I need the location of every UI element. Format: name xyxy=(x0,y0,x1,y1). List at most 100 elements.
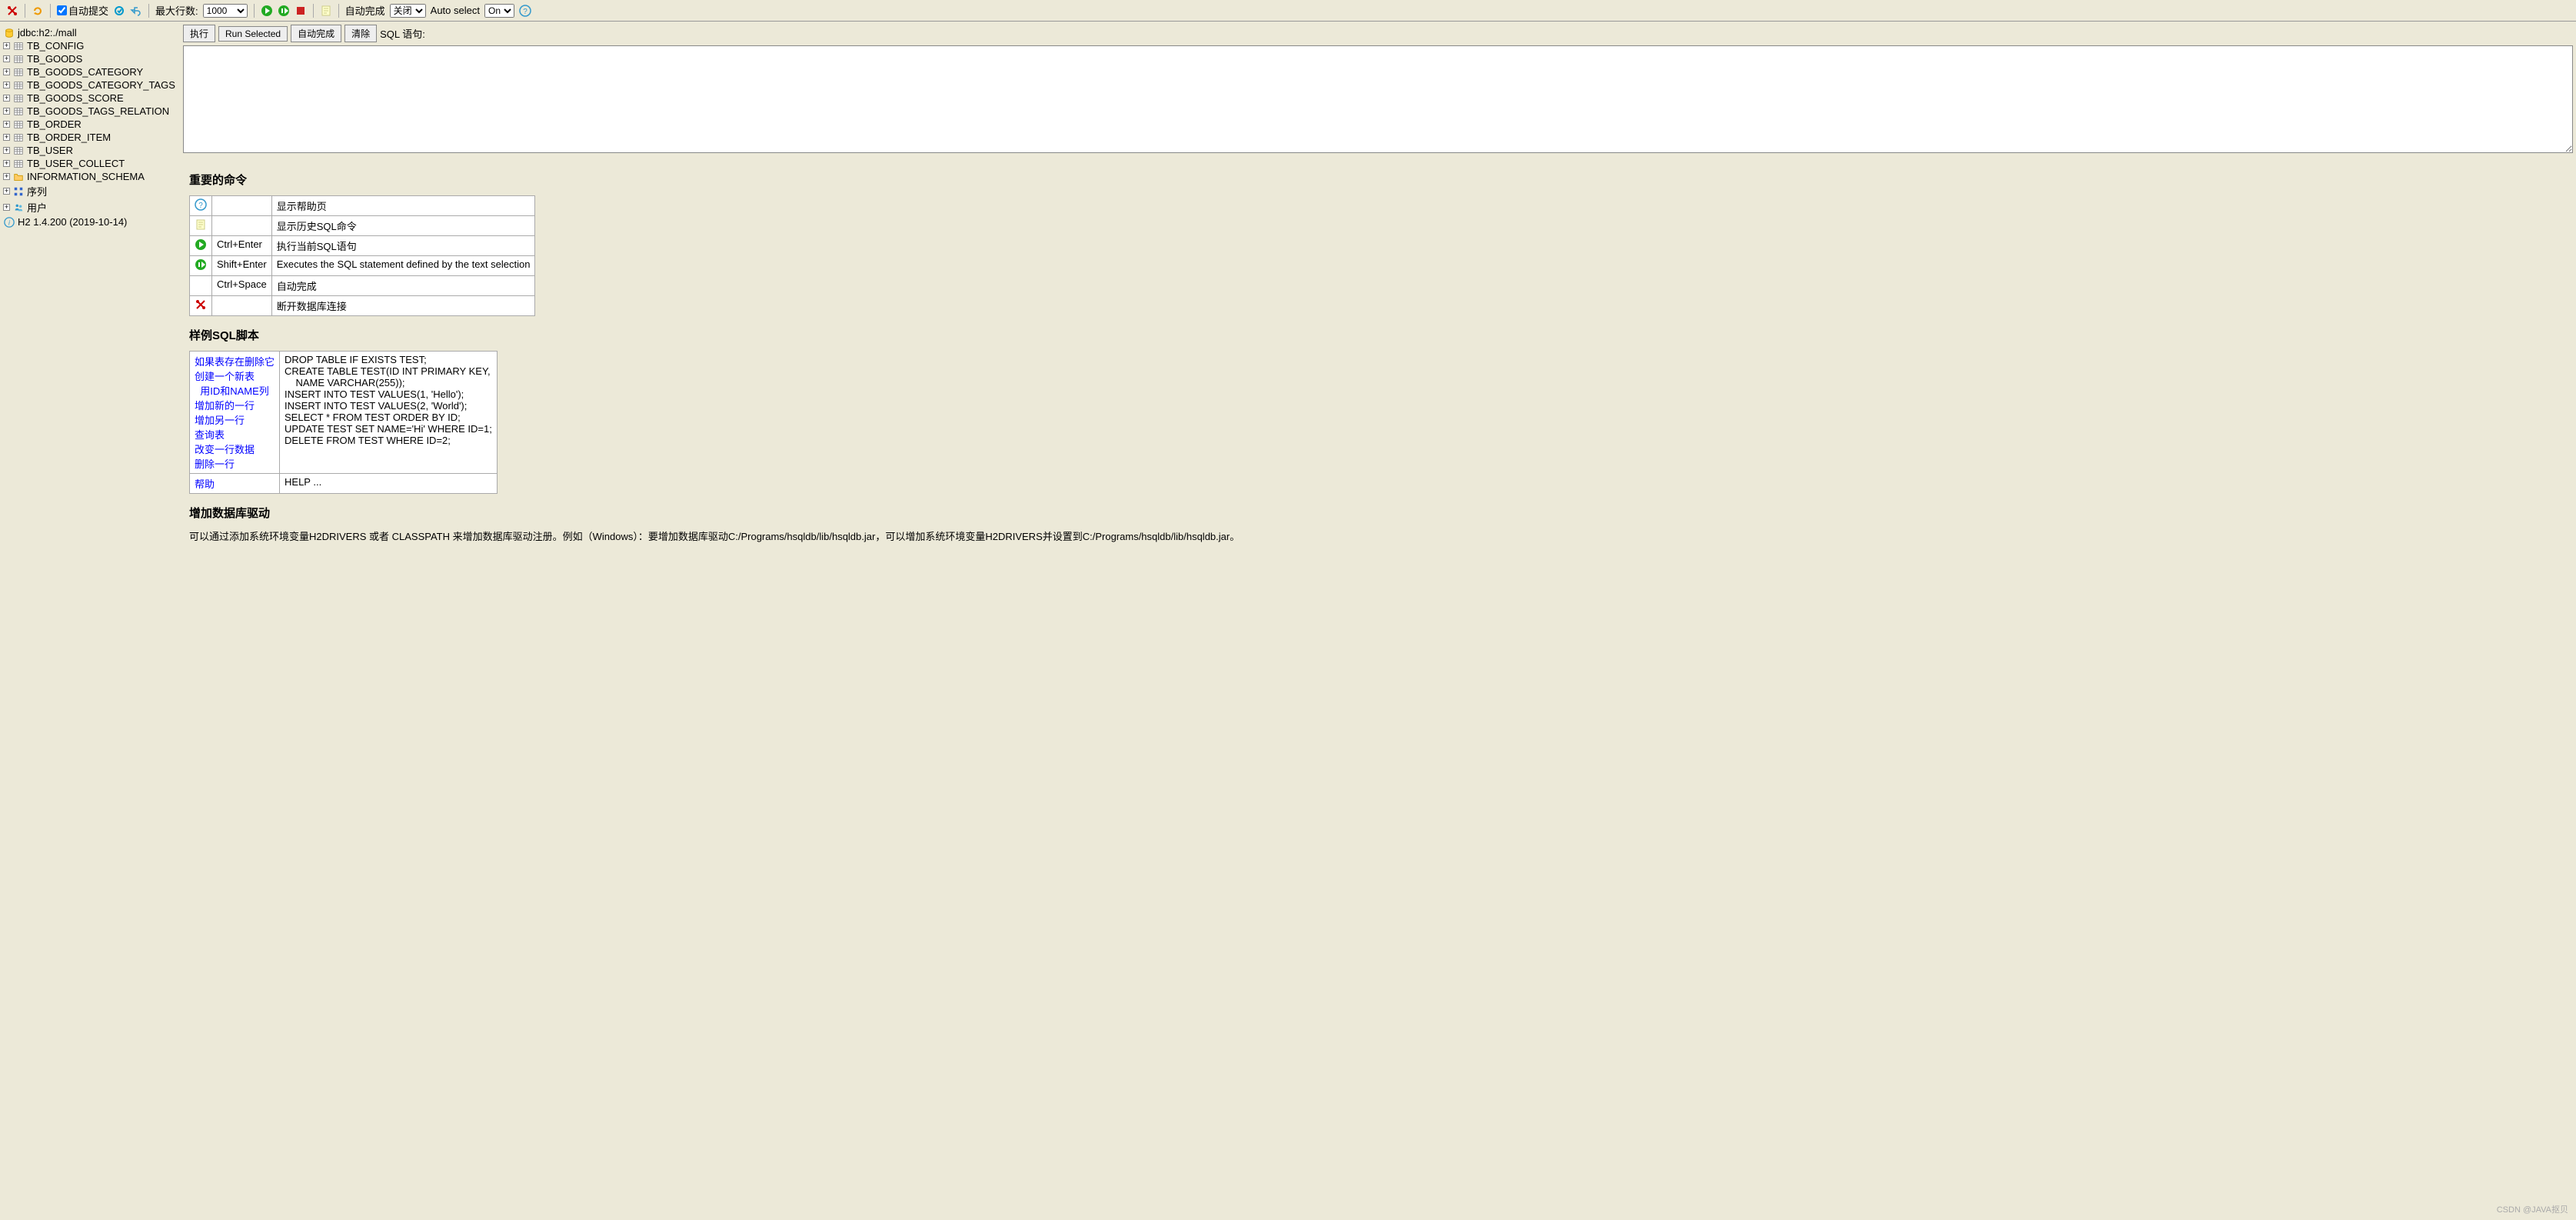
auto-commit-label: 自动提交 xyxy=(68,3,108,18)
run-selected-button[interactable]: Run Selected xyxy=(218,26,288,42)
help-icon[interactable]: ? xyxy=(519,5,531,17)
table-icon xyxy=(12,132,25,143)
main-panel: 执行 Run Selected 自动完成 清除 SQL 语句: 重要的命令 ? 显… xyxy=(180,22,2576,1220)
refresh-icon[interactable] xyxy=(32,5,44,17)
expand-icon[interactable]: + xyxy=(3,160,10,167)
command-desc: 显示帮助页 xyxy=(271,196,535,216)
command-row: 断开数据库连接 xyxy=(190,296,535,316)
sequences-node[interactable]: + 序列 xyxy=(3,183,177,199)
command-icon[interactable] xyxy=(190,236,212,256)
expand-icon[interactable]: + xyxy=(3,121,10,128)
table-node[interactable]: +TB_USER_COLLECT xyxy=(3,157,177,170)
expand-icon[interactable]: + xyxy=(3,173,10,180)
table-name: TB_GOODS_TAGS_RELATION xyxy=(27,105,169,117)
expand-icon[interactable]: + xyxy=(3,68,10,75)
command-desc: Executes the SQL statement defined by th… xyxy=(271,256,535,276)
table-node[interactable]: + TB_CONFIG xyxy=(3,39,177,52)
table-node[interactable]: + TB_GOODS_TAGS_RELATION xyxy=(3,105,177,118)
sample-link[interactable]: 增加另一行 xyxy=(195,415,245,426)
command-icon[interactable] xyxy=(190,276,212,296)
schema-node[interactable]: + INFORMATION_SCHEMA xyxy=(3,170,177,183)
clear-button[interactable]: 清除 xyxy=(344,25,377,42)
svg-text:?: ? xyxy=(523,8,528,16)
table-node[interactable]: + TB_ORDER xyxy=(3,118,177,131)
sample-link[interactable]: 创建一个新表 xyxy=(195,371,255,382)
table-node[interactable]: +TB_GOODS_SCORE xyxy=(3,92,177,105)
expand-icon[interactable]: + xyxy=(3,95,10,102)
table-node[interactable]: + TB_GOODS_CATEGORY_TAGS xyxy=(3,78,177,92)
run-button[interactable]: 执行 xyxy=(183,25,215,42)
command-row: ? 显示帮助页 xyxy=(190,196,535,216)
users-node[interactable]: + 用户 xyxy=(3,199,177,215)
table-icon xyxy=(12,80,25,91)
db-node[interactable]: jdbc:h2:./mall xyxy=(3,26,177,39)
auto-complete-label: 自动完成 xyxy=(345,3,385,18)
svg-text:?: ? xyxy=(198,202,203,210)
run-icon[interactable] xyxy=(261,5,273,17)
version-node: i H2 1.4.200 (2019-10-14) xyxy=(3,215,177,228)
command-icon[interactable] xyxy=(190,216,212,236)
history-icon[interactable] xyxy=(320,5,332,17)
svg-text:i: i xyxy=(8,218,11,226)
sample-link[interactable]: 增加新的一行 xyxy=(195,400,255,412)
command-row: Ctrl+Space自动完成 xyxy=(190,276,535,296)
info-icon: i xyxy=(3,217,15,228)
rollback-icon[interactable] xyxy=(130,5,142,17)
table-name: TB_USER xyxy=(27,145,73,156)
sample-sql: DROP TABLE IF EXISTS TEST;CREATE TABLE T… xyxy=(280,352,498,474)
table-name: TB_ORDER_ITEM xyxy=(27,132,111,143)
sql-input[interactable] xyxy=(183,45,2573,153)
table-node[interactable]: +TB_GOODS xyxy=(3,52,177,65)
commit-icon[interactable] xyxy=(113,5,125,17)
help-row: 帮助 HELP ... xyxy=(190,474,498,494)
expand-icon[interactable]: + xyxy=(3,134,10,141)
expand-icon[interactable]: + xyxy=(3,188,10,195)
disconnect-icon[interactable] xyxy=(6,5,18,17)
command-icon[interactable] xyxy=(190,296,212,316)
sample-labels: 如果表存在删除它创建一个新表 用ID和NAME列增加新的一行增加另一行查询表改变… xyxy=(190,352,280,474)
sample-link[interactable]: 如果表存在删除它 xyxy=(195,356,275,368)
command-row: 显示历史SQL命令 xyxy=(190,216,535,236)
command-shortcut xyxy=(212,196,272,216)
run-selected-icon[interactable] xyxy=(278,5,290,17)
max-rows-select[interactable]: 1000 xyxy=(203,4,248,18)
expand-icon[interactable]: + xyxy=(3,82,10,88)
command-icon[interactable] xyxy=(190,256,212,276)
auto-select-select[interactable]: On xyxy=(484,4,514,18)
important-commands-heading: 重要的命令 xyxy=(189,172,2567,188)
help-sql: HELP ... xyxy=(280,474,498,494)
sample-link[interactable]: 用ID和NAME列 xyxy=(195,385,269,397)
commands-table: ? 显示帮助页显示历史SQL命令Ctrl+Enter执行当前SQL语句Shift+… xyxy=(189,195,535,316)
table-node[interactable]: + TB_USER xyxy=(3,144,177,157)
version-label: H2 1.4.200 (2019-10-14) xyxy=(18,216,127,228)
expand-icon[interactable]: + xyxy=(3,147,10,154)
expand-icon[interactable]: + xyxy=(3,42,10,49)
sample-link[interactable]: 查询表 xyxy=(195,429,225,441)
command-row: Shift+EnterExecutes the SQL statement de… xyxy=(190,256,535,276)
sample-link[interactable]: 改变一行数据 xyxy=(195,444,255,455)
sequences-label: 序列 xyxy=(27,184,47,198)
table-name: TB_CONFIG xyxy=(27,40,84,52)
table-node[interactable]: +TB_GOODS_CATEGORY xyxy=(3,65,177,78)
command-shortcut: Ctrl+Space xyxy=(212,276,272,296)
expand-icon[interactable]: + xyxy=(3,55,10,62)
sample-link[interactable]: 删除一行 xyxy=(195,458,235,470)
table-name: TB_ORDER xyxy=(27,118,82,130)
samples-heading: 样例SQL脚本 xyxy=(189,327,2567,343)
expand-icon[interactable]: + xyxy=(3,204,10,211)
table-name: TB_GOODS_CATEGORY_TAGS xyxy=(27,79,175,91)
stop-icon[interactable] xyxy=(295,5,307,17)
auto-commit-checkbox[interactable]: 自动提交 xyxy=(57,3,108,18)
expand-icon[interactable]: + xyxy=(3,108,10,115)
command-shortcut xyxy=(212,216,272,236)
command-icon[interactable]: ? xyxy=(190,196,212,216)
auto-complete-button[interactable]: 自动完成 xyxy=(291,25,341,42)
users-label: 用户 xyxy=(27,200,47,215)
max-rows-label: 最大行数: xyxy=(155,3,198,18)
sql-label: SQL 语句: xyxy=(380,26,425,41)
command-row: Ctrl+Enter执行当前SQL语句 xyxy=(190,236,535,256)
help-link[interactable]: 帮助 xyxy=(195,478,215,490)
command-shortcut: Shift+Enter xyxy=(212,256,272,276)
table-node[interactable]: + TB_ORDER_ITEM xyxy=(3,131,177,144)
auto-complete-select[interactable]: 关闭 xyxy=(390,4,426,18)
